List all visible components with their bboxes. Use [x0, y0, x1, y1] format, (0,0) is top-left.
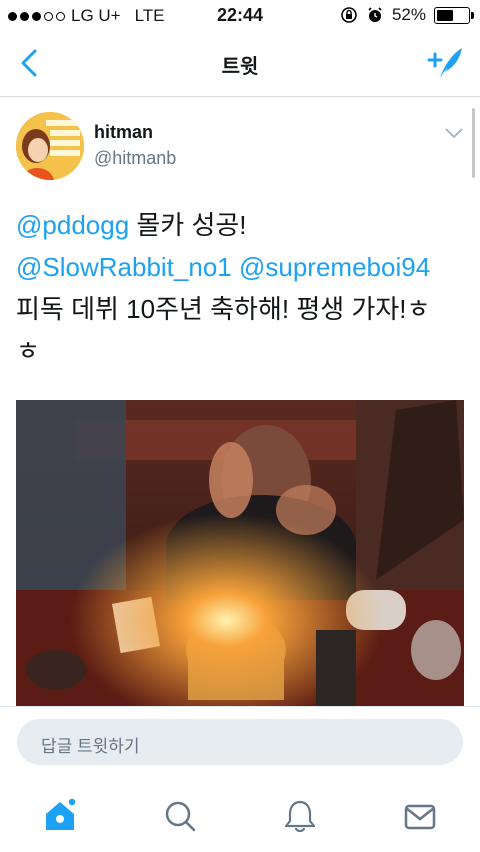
avatar[interactable]	[16, 112, 84, 180]
tweet-line-2: @SlowRabbit_no1 @supremeboi94	[16, 246, 468, 288]
page-title: 트윗	[221, 56, 259, 78]
notifications-icon	[284, 800, 316, 833]
tab-notifications[interactable]	[282, 798, 318, 834]
tab-bar	[0, 782, 480, 852]
home-icon	[46, 797, 77, 830]
search-icon	[165, 801, 196, 832]
tweet-line-4: ㅎ	[16, 336, 40, 366]
status-right: 52%	[340, 5, 474, 25]
battery-icon	[434, 6, 474, 24]
tab-messages[interactable]	[402, 798, 438, 834]
mention-link[interactable]: @pddogg	[16, 210, 129, 240]
mention-link[interactable]: @supremeboi94	[239, 252, 430, 282]
tweet-text: @pddogg 몰카 성공! @SlowRabbit_no1 @supremeb…	[16, 204, 468, 372]
tweet-options-button[interactable]	[444, 126, 464, 144]
tweet-author[interactable]: hitman @hitmanb	[16, 112, 464, 184]
tweet-line-1: @pddogg 몰카 성공!	[16, 204, 468, 246]
tweet-photo[interactable]	[16, 400, 464, 706]
compose-tweet-icon	[427, 48, 462, 78]
reply-input[interactable]: 답글 트윗하기	[17, 719, 463, 765]
navigation-bar: 트윗	[0, 32, 480, 97]
status-bar: LG U+ LTE 22:44 52%	[0, 0, 480, 32]
tab-home[interactable]	[42, 797, 78, 834]
alarm-icon	[368, 7, 382, 22]
reply-bar: 답글 트윗하기	[0, 706, 480, 783]
author-name: hitman	[94, 122, 154, 142]
tab-search[interactable]	[162, 798, 198, 834]
tweet-text-segment: 몰카 성공!	[129, 210, 247, 240]
author-handle: @hitmanb	[94, 148, 177, 168]
compose-tweet-button[interactable]	[426, 44, 464, 87]
reply-placeholder: 답글 트윗하기	[41, 737, 140, 756]
scrollbar[interactable]	[472, 108, 475, 178]
orientation-lock-icon	[341, 7, 357, 23]
chevron-down-icon	[445, 128, 463, 139]
battery-percent: 52%	[391, 5, 426, 24]
messages-icon	[404, 804, 436, 830]
tweet-line-3: 피독 데뷔 10주년 축하해! 평생 가자!ㅎ	[16, 294, 431, 324]
mention-link[interactable]: @SlowRabbit_no1	[16, 252, 232, 282]
